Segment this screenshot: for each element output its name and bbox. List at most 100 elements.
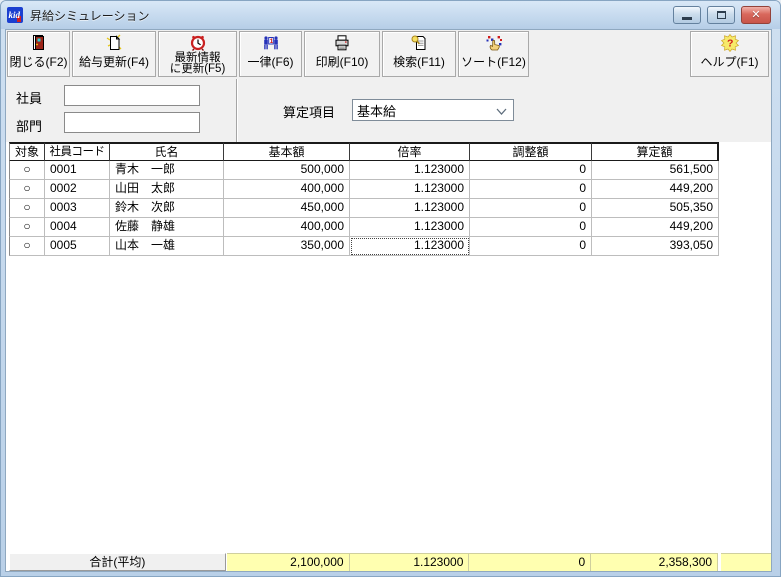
calculated-cell[interactable]: 449,200 xyxy=(592,218,719,237)
sort-hand-icon xyxy=(485,34,503,52)
simulation-grid: 対象 社員コード 氏名 基本額 倍率 調整額 算定額 ○ 0001 青木 一郎 … xyxy=(9,142,719,256)
base-amount-cell[interactable]: 400,000 xyxy=(224,180,350,199)
rate-cell[interactable]: 1.123000 xyxy=(350,218,470,237)
toolbar-button-label: ヘルプ(F1) xyxy=(701,56,759,68)
calc-item-label: 算定項目 xyxy=(283,102,335,121)
calculated-cell[interactable]: 393,050 xyxy=(592,237,719,256)
header-rate: 倍率 xyxy=(350,142,470,162)
header-adjustment: 調整額 xyxy=(470,142,592,162)
header-name: 氏名 xyxy=(110,142,224,162)
base-amount-cell[interactable]: 350,000 xyxy=(224,237,350,256)
name-cell[interactable]: 鈴木 次郎 xyxy=(110,199,224,218)
header-employee-code: 社員コード xyxy=(45,142,110,162)
print-button[interactable]: 印刷(F10) xyxy=(304,31,380,77)
calculated-cell[interactable]: 561,500 xyxy=(592,161,719,180)
window-title: 昇給シミュレーション xyxy=(30,7,150,24)
base-amount-cell[interactable]: 500,000 xyxy=(224,161,350,180)
rate-cell[interactable]: 1.123000 xyxy=(350,199,470,218)
name-cell[interactable]: 青木 一郎 xyxy=(110,161,224,180)
client-area: 閉じる(F2) 給与更新(F4) 最新情報 に更新(F5) 1 一律(F6 xyxy=(5,29,772,572)
close-form-button[interactable]: 閉じる(F2) xyxy=(7,31,70,77)
table-row: ○ 0005 山本 一雄 350,000 1.123000 0 393,050 xyxy=(9,237,719,256)
employee-input[interactable] xyxy=(64,85,200,106)
adjustment-cell[interactable]: 0 xyxy=(470,237,592,256)
total-label: 合計(平均) xyxy=(9,553,226,571)
search-button[interactable]: 検索(F11) xyxy=(382,31,456,77)
sort-button[interactable]: ソート(F12) xyxy=(458,31,529,77)
salary-update-button[interactable]: 給与更新(F4) xyxy=(72,31,156,77)
toolbar-button-label: 印刷(F10) xyxy=(316,56,369,68)
toolbar-button-label: 給与更新(F4) xyxy=(79,56,149,68)
calc-item-select[interactable]: 基本給 xyxy=(352,99,514,121)
minimize-icon xyxy=(682,17,692,20)
department-label: 部門 xyxy=(16,116,42,135)
table-row: ○ 0002 山田 太郎 400,000 1.123000 0 449,200 xyxy=(9,180,719,199)
name-cell[interactable]: 佐藤 静雄 xyxy=(110,218,224,237)
toolbar-button-label-line2: に更新(F5) xyxy=(170,64,226,75)
target-cell[interactable]: ○ xyxy=(9,237,45,256)
maximize-button[interactable] xyxy=(707,6,735,24)
total-calculated: 2,358,300 xyxy=(591,553,718,571)
employee-code-cell[interactable]: 0004 xyxy=(45,218,110,237)
svg-text:?: ? xyxy=(727,38,733,50)
maximize-icon xyxy=(717,11,726,19)
clock-icon xyxy=(189,34,207,52)
search-document-icon xyxy=(410,34,428,52)
rate-cell[interactable]: 1.123000 xyxy=(350,180,470,199)
employee-code-cell[interactable]: 0002 xyxy=(45,180,110,199)
adjustment-cell[interactable]: 0 xyxy=(470,218,592,237)
window-controls: ✕ xyxy=(673,6,771,24)
app-icon: kid xyxy=(7,7,24,23)
svg-text:1: 1 xyxy=(269,38,273,45)
title-bar: kid 昇給シミュレーション ✕ xyxy=(1,1,780,29)
adjustment-cell[interactable]: 0 xyxy=(470,161,592,180)
close-button[interactable]: ✕ xyxy=(741,6,771,24)
help-icon: ? xyxy=(721,34,739,52)
rate-cell[interactable]: 1.123000 xyxy=(350,161,470,180)
target-cell[interactable]: ○ xyxy=(9,199,45,218)
total-trailing-cell xyxy=(721,553,771,571)
adjustment-cell[interactable]: 0 xyxy=(470,199,592,218)
toolbar-spacer xyxy=(531,31,690,77)
department-input[interactable] xyxy=(64,112,200,133)
filter-panel: 社員 部門 算定項目 基本給 xyxy=(6,79,771,142)
employee-code-cell[interactable]: 0001 xyxy=(45,161,110,180)
grid-header-row: 対象 社員コード 氏名 基本額 倍率 調整額 算定額 xyxy=(9,142,719,161)
name-cell[interactable]: 山本 一雄 xyxy=(110,237,224,256)
rate-cell-focused[interactable]: 1.123000 xyxy=(350,237,470,256)
total-rate: 1.123000 xyxy=(350,553,470,571)
employee-label: 社員 xyxy=(16,88,42,107)
document-new-icon xyxy=(105,34,123,52)
help-button[interactable]: ? ヘルプ(F1) xyxy=(690,31,769,77)
adjustment-cell[interactable]: 0 xyxy=(470,180,592,199)
toolbar-button-label: 一律(F6) xyxy=(248,56,294,68)
people-icon: 1 xyxy=(262,34,280,52)
header-target: 対象 xyxy=(9,142,45,162)
target-cell[interactable]: ○ xyxy=(9,180,45,199)
name-cell[interactable]: 山田 太郎 xyxy=(110,180,224,199)
total-row: 合計(平均) 2,100,000 1.123000 0 2,358,300 xyxy=(6,553,771,571)
refresh-button[interactable]: 最新情報 に更新(F5) xyxy=(158,31,237,77)
toolbar-button-label: 閉じる(F2) xyxy=(10,56,68,68)
panel-divider xyxy=(236,79,238,142)
header-calculated: 算定額 xyxy=(592,142,719,162)
minimize-button[interactable] xyxy=(673,6,701,24)
uniform-button[interactable]: 1 一律(F6) xyxy=(239,31,302,77)
target-cell[interactable]: ○ xyxy=(9,218,45,237)
table-row: ○ 0001 青木 一郎 500,000 1.123000 0 561,500 xyxy=(9,161,719,180)
calculated-cell[interactable]: 505,350 xyxy=(592,199,719,218)
calculated-cell[interactable]: 449,200 xyxy=(592,180,719,199)
table-area: 対象 社員コード 氏名 基本額 倍率 調整額 算定額 ○ 0001 青木 一郎 … xyxy=(6,142,771,553)
door-icon xyxy=(30,34,48,52)
toolbar-button-label: ソート(F12) xyxy=(461,56,526,68)
target-cell[interactable]: ○ xyxy=(9,161,45,180)
employee-code-cell[interactable]: 0005 xyxy=(45,237,110,256)
toolbar: 閉じる(F2) 給与更新(F4) 最新情報 に更新(F5) 1 一律(F6 xyxy=(6,30,771,79)
employee-code-cell[interactable]: 0003 xyxy=(45,199,110,218)
svg-text:kid: kid xyxy=(9,10,21,20)
total-adjustment: 0 xyxy=(469,553,591,571)
printer-icon xyxy=(333,34,351,52)
base-amount-cell[interactable]: 400,000 xyxy=(224,218,350,237)
base-amount-cell[interactable]: 450,000 xyxy=(224,199,350,218)
calc-item-value: 基本給 xyxy=(357,101,396,120)
